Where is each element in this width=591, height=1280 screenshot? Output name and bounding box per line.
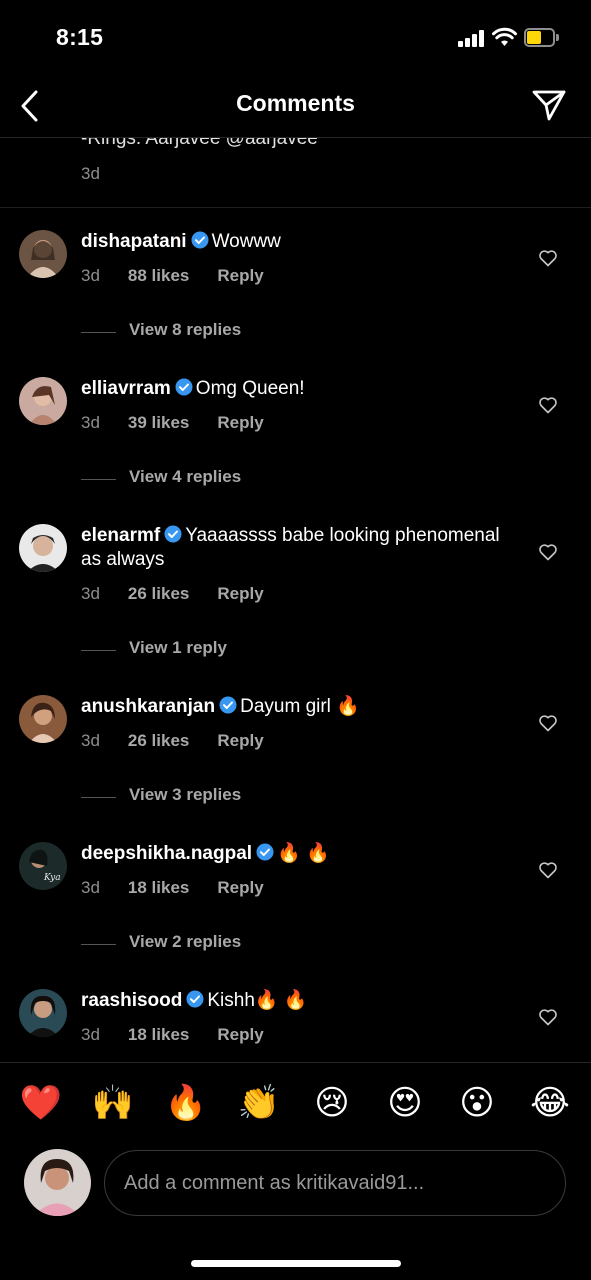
divider [81,650,116,651]
emoji-button[interactable]: ❤️ [18,1080,64,1126]
status-bar: 8:15 [0,0,591,78]
divider [81,797,116,798]
comment-likes[interactable]: 26 likes [128,731,189,750]
comment-likes[interactable]: 18 likes [128,878,189,897]
heart-outline-icon[interactable] [538,395,558,415]
view-replies-label: View 1 reply [129,638,227,657]
view-replies-label: View 3 replies [129,785,242,804]
verified-badge-icon [175,378,193,396]
comment-time: 3d [81,878,100,897]
comment-time: 3d [81,1025,100,1044]
verified-badge-icon [164,525,182,543]
reply-button[interactable]: Reply [217,413,263,432]
avatar[interactable]: Kya [19,842,67,890]
direct-send-icon[interactable] [530,86,568,124]
view-replies-label: View 8 replies [129,320,242,339]
cellular-signal-icon [458,30,484,47]
reply-button[interactable]: Reply [217,266,263,285]
quick-emoji-bar: ❤️ 🙌 🔥 👏 😢 😍 😮 😂 [0,1080,591,1128]
avatar[interactable] [19,989,67,1037]
comment-username[interactable]: raashisood [81,990,182,1011]
nav-header: Comments [0,78,591,138]
status-time: 8:15 [56,24,104,50]
reply-button[interactable]: Reply [217,584,263,603]
post-caption: -Rings: Aarjavee @aarjavee 3d [0,138,591,208]
comment-username[interactable]: dishapatani [81,231,187,252]
avatar[interactable] [19,377,67,425]
reply-button[interactable]: Reply [217,731,263,750]
reply-button[interactable]: Reply [217,1025,263,1044]
heart-outline-icon[interactable] [538,542,558,562]
comment-text: Kishh🔥 🔥 [207,990,308,1011]
comment-time: 3d [81,584,100,603]
emoji-button[interactable]: 😍 [382,1080,428,1126]
svg-text:Kya: Kya [43,873,61,883]
battery-icon [524,28,559,47]
verified-badge-icon [186,990,204,1008]
comment-time: 3d [81,413,100,432]
emoji-button[interactable]: 👏 [236,1080,282,1126]
emoji-button[interactable]: 😢 [309,1080,355,1126]
emoji-button[interactable]: 😮 [454,1080,500,1126]
heart-outline-icon[interactable] [538,860,558,880]
home-indicator [191,1260,401,1267]
comment-likes[interactable]: 26 likes [128,584,189,603]
comment-text: Wowww [211,231,281,252]
emoji-button[interactable]: 🔥 [163,1080,209,1126]
comment-meta: 3d 26 likes Reply [81,584,292,604]
divider [81,479,116,480]
view-replies-label: View 2 replies [129,932,242,951]
comment-meta: 3d 18 likes Reply [81,878,292,898]
heart-outline-icon[interactable] [538,248,558,268]
comment-username[interactable]: deepshikha.nagpal [81,843,252,864]
comment-likes[interactable]: 39 likes [128,413,189,432]
divider [81,332,116,333]
comment-text: Omg Queen! [195,378,305,399]
divider [81,944,116,945]
comments-screen: 8:15 Comments -Rings: Aarjavee @aarjavee [0,0,591,1280]
comment-username[interactable]: anushkaranjan [81,696,215,717]
caption-text: -Rings: Aarjavee @aarjavee [81,138,318,149]
current-user-avatar [24,1149,91,1216]
avatar[interactable] [19,695,67,743]
comment-input[interactable]: Add a comment as kritikavaid91... [104,1150,566,1216]
avatar[interactable] [19,230,67,278]
heart-outline-icon[interactable] [538,1007,558,1027]
verified-badge-icon [191,231,209,249]
avatar[interactable] [19,524,67,572]
verified-badge-icon [219,696,237,714]
comment-likes[interactable]: 18 likes [128,1025,189,1044]
emoji-button[interactable]: 🙌 [90,1080,136,1126]
comment-time: 3d [81,731,100,750]
heart-outline-icon[interactable] [538,713,558,733]
verified-badge-icon [256,843,274,861]
comment-meta: 3d 39 likes Reply [81,413,292,433]
comment-username[interactable]: elliavrram [81,378,171,399]
wifi-icon [492,27,517,46]
comment-meta: 3d 26 likes Reply [81,731,292,751]
comment-meta: 3d 88 likes Reply [81,266,292,286]
comment-likes[interactable]: 88 likes [128,266,189,285]
comment-text: 🔥 🔥 [277,843,330,864]
view-replies-label: View 4 replies [129,467,242,486]
caption-time: 3d [81,164,100,183]
comment-username[interactable]: elenarmf [81,525,160,546]
comment-meta: 3d 18 likes Reply [81,1025,292,1045]
reply-button[interactable]: Reply [217,878,263,897]
comment-time: 3d [81,266,100,285]
emoji-button[interactable]: 😂 [527,1080,573,1126]
page-title: Comments [236,90,355,116]
comment-text: Dayum girl 🔥 [240,696,360,717]
